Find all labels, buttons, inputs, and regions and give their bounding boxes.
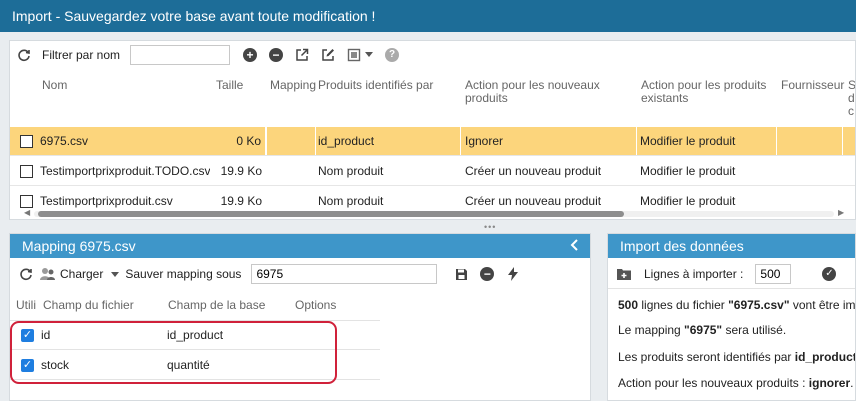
col-mapping[interactable]: Mapping: [270, 79, 316, 92]
chevron-down-icon[interactable]: [364, 47, 374, 63]
row-checkbox[interactable]: [20, 195, 33, 208]
info-text: sera utilisé.: [722, 323, 787, 337]
lightning-icon[interactable]: [505, 266, 521, 282]
highlight-annotation: [10, 321, 337, 384]
file-size: 19.9 Ko: [220, 164, 262, 178]
import-toolbar: Lignes à importer : ✓: [608, 261, 855, 287]
collapse-icon[interactable]: [570, 234, 580, 258]
window-title: Import - Sauvegardez votre base avant to…: [0, 0, 856, 32]
save-icon[interactable]: [453, 266, 469, 282]
info-line-3: Les produits seront identifiés par id_pr…: [618, 350, 856, 364]
col-new-action[interactable]: Action pour les nouveaux produits: [465, 79, 615, 105]
file-mapping: [266, 157, 316, 185]
filter-input[interactable]: [130, 45, 231, 65]
info-line-4: Action pour les nouveaux produits : igno…: [618, 376, 853, 390]
identifier-key: id_product: [794, 350, 856, 364]
save-mapping-label: Sauver mapping sous: [125, 267, 242, 281]
divider: [608, 288, 855, 289]
refresh-icon[interactable]: [18, 266, 34, 282]
mapping-panel: Mapping 6975.csv Charger Sauver mapping …: [9, 233, 591, 401]
file-supplier: [777, 127, 843, 155]
info-text: Les produits seront identifiés par: [618, 350, 795, 364]
table-row[interactable]: 6975.csv 0 Ko id_product Ignorer Modifie…: [10, 127, 855, 156]
remove-icon[interactable]: −: [479, 266, 495, 282]
new-products-action: ignorer: [808, 376, 851, 390]
splitter-handle[interactable]: •••: [484, 222, 496, 232]
mapping-name: "6975": [684, 323, 723, 337]
col-supplier[interactable]: Fournisseur: [781, 79, 844, 92]
load-button[interactable]: Charger: [60, 267, 103, 281]
file-mapping: [266, 127, 316, 155]
info-text: Le mapping: [618, 323, 685, 337]
col-existing-action[interactable]: Action pour les produits existants: [641, 79, 781, 105]
help-label: ?: [385, 48, 400, 62]
col-truncated[interactable]: S d c: [848, 79, 855, 118]
file-name: Testimportprixproduit.TODO.csv: [40, 164, 210, 178]
open-external-icon[interactable]: [294, 47, 310, 63]
file-new-action: Créer un nouveau produit: [465, 164, 602, 178]
file-existing-action: Modifier le produit: [637, 127, 777, 155]
table-row[interactable]: Testimportprixproduit.TODO.csv 19.9 Ko N…: [10, 157, 855, 186]
lines-label: Lignes à importer :: [644, 267, 744, 281]
lines-count: 500: [618, 298, 639, 312]
help-icon[interactable]: ?: [384, 47, 400, 63]
col-file-field[interactable]: Champ du fichier: [43, 298, 134, 312]
info-line-1: 500 lignes du fichier "6975.csv" vont êt…: [618, 298, 856, 312]
scroll-right-icon[interactable]: ▶: [838, 208, 844, 217]
info-text: .: [850, 376, 854, 390]
info-text: vont être impo: [792, 298, 856, 312]
chevron-down-icon[interactable]: [111, 267, 120, 281]
remove-icon[interactable]: −: [268, 47, 284, 63]
settings-grid-icon[interactable]: [346, 47, 362, 63]
scroll-left-icon[interactable]: ◀: [24, 208, 30, 217]
import-panel-title: Import des données: [620, 238, 744, 254]
info-text: Action pour les nouveaux produits :: [618, 376, 809, 390]
refresh-icon[interactable]: [16, 47, 32, 63]
lines-input[interactable]: [755, 264, 792, 284]
file-identified-by: Nom produit: [318, 164, 384, 178]
horizontal-scrollbar[interactable]: ◀ ▶: [24, 208, 855, 218]
import-panel: Import des données Lignes à importer : ✓…: [607, 233, 856, 401]
file-existing-action: Modifier le produit: [640, 164, 736, 178]
add-icon[interactable]: +: [242, 47, 258, 63]
col-size[interactable]: Taille: [216, 79, 243, 92]
filter-label: Filtrer par nom: [42, 48, 121, 62]
import-panel-header: Import des données: [608, 234, 855, 258]
col-used[interactable]: Utili: [16, 298, 38, 312]
file-name: "6975.csv": [728, 298, 790, 312]
mapping-toolbar: Charger Sauver mapping sous −: [10, 261, 590, 287]
row-checkbox[interactable]: [20, 165, 33, 178]
info-line-2: Le mapping "6975" sera utilisé.: [618, 323, 786, 337]
row-checkbox[interactable]: [20, 135, 33, 148]
scroll-thumb[interactable]: [38, 211, 624, 217]
col-options[interactable]: Options: [295, 298, 336, 312]
file-size: 0 Ko: [206, 127, 266, 155]
file-identified-by: id_product: [316, 127, 461, 155]
info-text: lignes du fichier: [638, 298, 729, 312]
load-users-icon[interactable]: [40, 266, 56, 282]
files-toolbar: Filtrer par nom + − ?: [10, 41, 855, 69]
mapping-panel-title: Mapping 6975.csv: [22, 238, 136, 254]
col-name[interactable]: Nom: [42, 79, 67, 92]
table-row[interactable]: Testimportprixproduit.csv 19.9 Ko Nom pr…: [10, 187, 855, 209]
file-new-action: Ignorer: [461, 127, 637, 155]
col-identified-by[interactable]: Produits identifiés par: [318, 79, 433, 92]
check-icon[interactable]: ✓: [821, 266, 837, 282]
edit-icon[interactable]: [320, 47, 336, 63]
mapping-panel-header: Mapping 6975.csv: [10, 234, 590, 258]
files-panel: Filtrer par nom + − ? Nom Taille Mapping…: [9, 40, 856, 220]
mapping-grid-header: Utili Champ du fichier Champ de la base …: [10, 298, 590, 318]
add-folder-icon[interactable]: [616, 266, 632, 282]
mapping-name-input[interactable]: [251, 264, 438, 284]
col-db-field[interactable]: Champ de la base: [168, 298, 265, 312]
